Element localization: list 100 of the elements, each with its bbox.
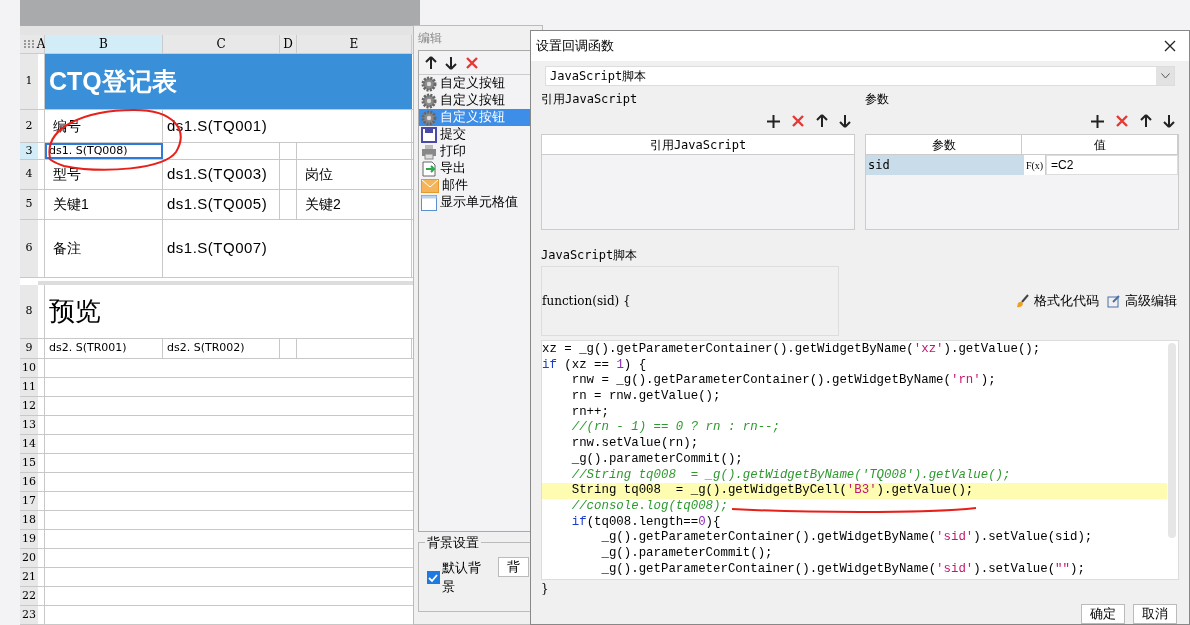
arrow-up-icon[interactable] xyxy=(1140,114,1152,128)
code-line: _g().parameterCommit(); xyxy=(570,451,743,468)
delete-icon[interactable] xyxy=(465,55,479,70)
function-header-box: function(sid) { xyxy=(541,266,839,336)
scrollbar[interactable] xyxy=(1168,343,1176,538)
panel-title: 编辑 xyxy=(418,30,442,47)
column-header: 值 xyxy=(1022,135,1178,154)
row-number[interactable]: 17 xyxy=(20,492,38,510)
list-item[interactable]: 邮件 xyxy=(419,177,537,194)
row-number[interactable]: 11 xyxy=(20,378,38,396)
column-header: 参数 xyxy=(866,135,1022,154)
formula-cell: ds2. S(TR002) xyxy=(163,339,280,358)
arrow-down-icon[interactable] xyxy=(1163,114,1175,128)
row-number[interactable]: 14 xyxy=(20,435,38,453)
list-item[interactable]: 导出 xyxy=(419,160,537,177)
column-header: 引用JavaScript xyxy=(542,135,854,155)
arrow-down-icon[interactable] xyxy=(445,55,457,70)
delete-icon[interactable] xyxy=(1115,114,1129,128)
edit-icon xyxy=(1107,294,1121,308)
code-line: _g().parameterCommit(); xyxy=(600,545,773,562)
row-number[interactable]: 16 xyxy=(20,473,38,491)
dialog-button[interactable]: 取消 xyxy=(1133,604,1177,624)
column-header[interactable]: D xyxy=(280,35,297,53)
column-header[interactable]: E xyxy=(297,35,412,53)
script-type-dropdown[interactable]: JavaScript脚本 xyxy=(545,66,1175,86)
code-line: //(rn - 1) == 0 ? rn : rn--; xyxy=(570,420,780,437)
row-number[interactable]: 15 xyxy=(20,454,38,472)
code-editor[interactable] xyxy=(541,340,1179,580)
checkbox[interactable] xyxy=(427,571,440,585)
field-formula-text: ds1.S(TQ005) xyxy=(167,194,268,215)
envelope-icon xyxy=(421,178,439,193)
row-number[interactable]: 19 xyxy=(20,530,38,548)
code-line: //console.log(tq008); xyxy=(570,498,728,515)
list-item[interactable]: 提交 xyxy=(419,126,537,143)
code-line: if (xz == 1) { xyxy=(542,357,647,374)
brush-icon xyxy=(1016,294,1030,308)
close-icon[interactable] xyxy=(1164,40,1176,52)
arrow-up-icon[interactable] xyxy=(816,114,828,128)
row-number[interactable]: 21 xyxy=(20,568,38,586)
blank-cell-icon xyxy=(421,194,437,211)
code-line: xz = _g().getParameterContainer().getWidgetByName('xz').getValue(); xyxy=(542,342,1041,358)
code-line: rnw.setValue(rn); xyxy=(570,436,699,452)
arrow-up-icon[interactable] xyxy=(425,55,437,70)
parameter-value-field[interactable]: =C2 xyxy=(1046,155,1178,175)
gear-icon xyxy=(421,75,437,92)
preview-heading-cell-text: 预览 xyxy=(48,295,102,328)
add-icon[interactable] xyxy=(767,114,780,128)
row-number[interactable]: 4 xyxy=(20,160,38,189)
delete-icon[interactable] xyxy=(791,114,805,128)
advanced-edit-button[interactable]: 高级编辑 xyxy=(1107,291,1177,311)
formula-button[interactable]: F(x) xyxy=(1024,155,1046,175)
format-code-button[interactable]: 格式化代码 xyxy=(1016,291,1099,311)
row-number[interactable]: 13 xyxy=(20,416,38,434)
code-line: rn = rnw.getValue(); xyxy=(570,389,721,405)
code-line: _g().getParameterContainer().getWidgetByName('sid').setValue(""); xyxy=(600,561,1085,578)
dialog-button[interactable]: 确定 xyxy=(1081,604,1125,624)
row-number[interactable]: 8 xyxy=(20,285,38,338)
field-formula-text: ds1.S(TQ007) xyxy=(167,238,268,259)
code-line: if(tq008.length==0){ xyxy=(570,514,721,531)
row-number[interactable]: 1 xyxy=(20,54,38,109)
gear-icon xyxy=(421,92,437,109)
arrow-down-icon[interactable] xyxy=(839,114,851,128)
row-number[interactable]: 2 xyxy=(20,110,38,142)
checkbox-label: 默认背景 xyxy=(441,560,482,596)
list-item[interactable]: 打印 xyxy=(419,143,537,160)
code-line: _g().getParameterContainer().getWidgetByName('sid').setValue(sid); xyxy=(600,530,1093,546)
row-number[interactable]: 12 xyxy=(20,397,38,415)
row-number[interactable]: 20 xyxy=(20,549,38,567)
title-cell: CTQ登记表 xyxy=(45,54,412,109)
label-text: 关键1 xyxy=(53,195,89,214)
section-title: 引用JavaScript xyxy=(541,91,638,108)
row-number[interactable]: 3 xyxy=(20,143,38,159)
export-icon xyxy=(421,160,437,177)
row-number[interactable]: 22 xyxy=(20,587,38,605)
row-number[interactable]: 5 xyxy=(20,190,38,219)
formula-cell: ds2. S(TR001) xyxy=(45,339,163,358)
parameter-name-cell[interactable]: sid xyxy=(866,155,1024,175)
add-icon[interactable] xyxy=(1091,114,1104,128)
background-button[interactable]: 背 xyxy=(498,557,529,577)
list-item[interactable]: 自定义按钮 xyxy=(419,75,537,92)
code-closing-brace: } xyxy=(541,581,549,598)
chevron-down-icon xyxy=(1156,67,1174,85)
column-header[interactable]: B xyxy=(45,35,163,53)
label-text: 岗位 xyxy=(305,165,333,184)
section-title: JavaScript脚本 xyxy=(541,247,638,264)
row-number[interactable]: 18 xyxy=(20,511,38,529)
row-number[interactable]: 6 xyxy=(20,220,38,277)
list-item[interactable]: 自定义按钮 xyxy=(419,92,537,109)
row-number[interactable]: 10 xyxy=(20,359,38,377)
label-text: 备注 xyxy=(53,239,81,258)
code-line: //String tq008 = _g().getWidgetByName('TQ008').getValue(); xyxy=(570,467,1011,484)
label-text: 关键2 xyxy=(305,195,341,214)
row-number[interactable]: 23 xyxy=(20,606,38,624)
dialog-title: 设置回调函数 xyxy=(536,37,614,55)
column-header[interactable]: C xyxy=(163,35,280,53)
list-item[interactable]: 显示单元格值 xyxy=(419,194,537,211)
printer-icon xyxy=(421,143,437,160)
row-number[interactable]: 9 xyxy=(20,339,38,358)
code-line: rn++; xyxy=(570,404,609,421)
field-formula-text: ds1.S(TQ003) xyxy=(167,164,268,185)
